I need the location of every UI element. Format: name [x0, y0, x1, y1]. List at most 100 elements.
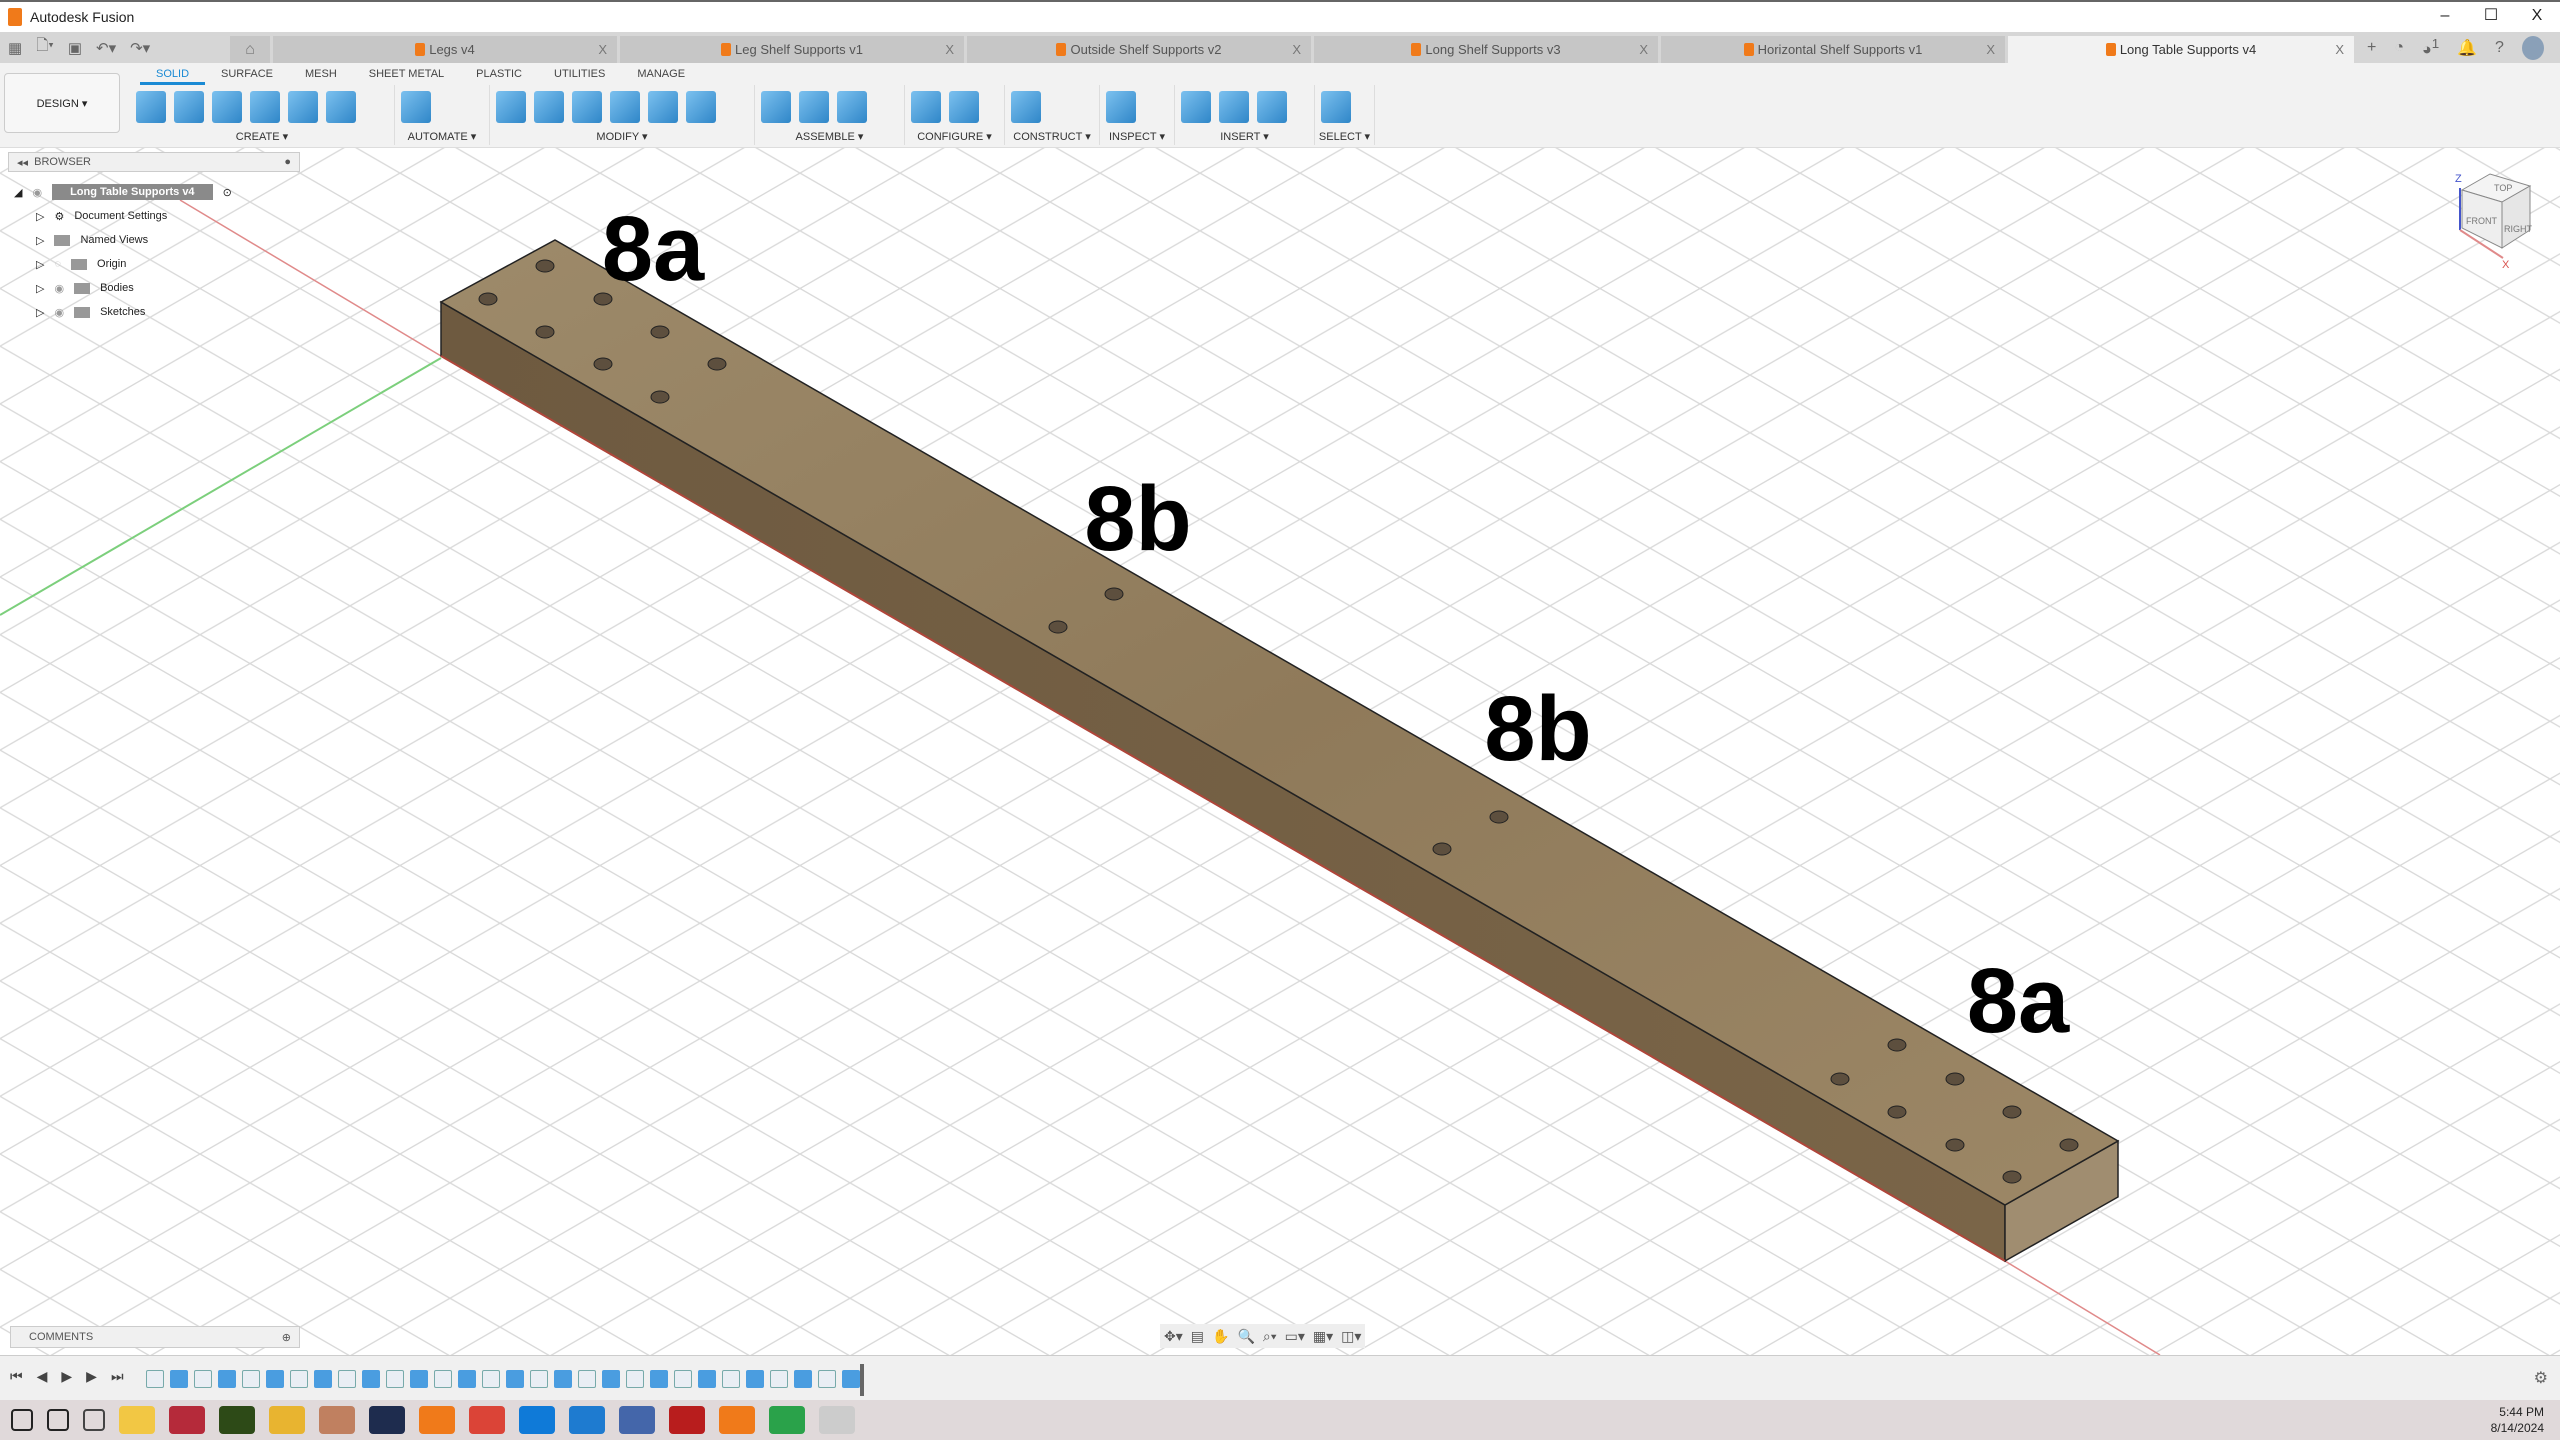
- timeline-end-icon[interactable]: ⏭: [111, 1368, 124, 1385]
- bolt-hole[interactable]: [1887, 1105, 1907, 1119]
- browser-panel-header[interactable]: ◂◂ BROWSER ●: [8, 152, 300, 172]
- tool-icon[interactable]: [610, 91, 640, 123]
- timeline-sketch-feature[interactable]: [434, 1370, 452, 1388]
- tool-icon[interactable]: [1257, 91, 1287, 123]
- tree-item-sketches[interactable]: ▷ ◉ Sketches: [14, 300, 232, 324]
- tab-close-icon[interactable]: X: [1986, 42, 1995, 57]
- tool-icon[interactable]: [686, 91, 716, 123]
- display-settings-icon[interactable]: ▭▾: [1285, 1328, 1305, 1345]
- new-tab-icon[interactable]: +: [2367, 39, 2376, 57]
- tool-icon[interactable]: [1321, 91, 1351, 123]
- bolt-hole[interactable]: [593, 357, 613, 371]
- zoom-icon[interactable]: 🔍: [1237, 1328, 1254, 1345]
- timeline-extrude-feature[interactable]: [410, 1370, 428, 1388]
- toolbar-group-label[interactable]: CONFIGURE ▾: [905, 130, 1004, 143]
- filezilla-icon[interactable]: [669, 1406, 705, 1434]
- toolbar-group-label[interactable]: MODIFY ▾: [490, 130, 754, 143]
- app-icon[interactable]: [269, 1406, 305, 1434]
- eye-icon[interactable]: ◉: [32, 186, 42, 199]
- tab-long-table-supports[interactable]: Long Table Supports v4 X: [2008, 36, 2354, 63]
- timeline-sketch-feature[interactable]: [242, 1370, 260, 1388]
- expand-icon[interactable]: ▷: [36, 258, 44, 271]
- bolt-hole[interactable]: [1830, 1072, 1850, 1086]
- bolt-hole[interactable]: [535, 259, 555, 273]
- firefox-icon[interactable]: [419, 1406, 455, 1434]
- workspace-switcher[interactable]: DESIGN ▾: [4, 73, 120, 133]
- edge-icon[interactable]: [519, 1406, 555, 1434]
- timeline-extrude-feature[interactable]: [458, 1370, 476, 1388]
- file-menu-icon[interactable]: 🗋▾: [36, 35, 54, 60]
- tool-icon[interactable]: [1106, 91, 1136, 123]
- bolt-hole[interactable]: [1489, 810, 1509, 824]
- tool-icon[interactable]: [401, 91, 431, 123]
- tab-outside-shelf-supports[interactable]: Outside Shelf Supports v2 X: [967, 36, 1311, 63]
- tab-legs[interactable]: Legs v4 X: [273, 36, 617, 63]
- tool-icon[interactable]: [212, 91, 242, 123]
- bolt-hole[interactable]: [1887, 1038, 1907, 1052]
- minimize-button[interactable]: –: [2422, 2, 2468, 30]
- timeline-extrude-feature[interactable]: [650, 1370, 668, 1388]
- tree-item-origin[interactable]: ▷ ◌ Origin: [14, 252, 232, 276]
- timeline-sketch-feature[interactable]: [674, 1370, 692, 1388]
- everything-search-icon[interactable]: [169, 1406, 205, 1434]
- undo-icon[interactable]: ↶▾: [96, 39, 116, 57]
- bolt-hole[interactable]: [535, 325, 555, 339]
- comments-panel[interactable]: COMMENTS ⊕: [10, 1326, 300, 1348]
- tab-close-icon[interactable]: X: [2335, 42, 2344, 57]
- tab-close-icon[interactable]: X: [598, 42, 607, 57]
- tool-icon[interactable]: [250, 91, 280, 123]
- timeline-extrude-feature[interactable]: [554, 1370, 572, 1388]
- look-at-icon[interactable]: ▤: [1191, 1328, 1204, 1345]
- browser-minimize-icon[interactable]: ●: [284, 156, 291, 168]
- toolbar-group-label[interactable]: ASSEMBLE ▾: [755, 130, 904, 143]
- toolbar-group-label[interactable]: CONSTRUCT ▾: [1005, 130, 1099, 143]
- close-button[interactable]: X: [2514, 2, 2560, 30]
- tab-mesh[interactable]: MESH: [289, 68, 353, 85]
- tab-close-icon[interactable]: X: [1292, 42, 1301, 57]
- start-icon[interactable]: [11, 1409, 33, 1431]
- job-status-icon[interactable]: ◕1: [2422, 36, 2439, 59]
- timeline-sketch-feature[interactable]: [722, 1370, 740, 1388]
- vscode-icon[interactable]: [569, 1406, 605, 1434]
- timeline-sketch-feature[interactable]: [290, 1370, 308, 1388]
- maximize-button[interactable]: ☐: [2468, 2, 2514, 30]
- fit-icon[interactable]: ⌕▾: [1263, 1328, 1277, 1345]
- model-canvas[interactable]: 8a 8b 8b 8a TOP FRONT RIGHT Z X: [0, 148, 2560, 1355]
- timeline-start-icon[interactable]: ⏮: [10, 1368, 23, 1385]
- tool-icon[interactable]: [949, 91, 979, 123]
- bolt-hole[interactable]: [2002, 1105, 2022, 1119]
- timeline-sketch-feature[interactable]: [770, 1370, 788, 1388]
- tool-icon[interactable]: [496, 91, 526, 123]
- tab-long-shelf-supports[interactable]: Long Shelf Supports v3 X: [1314, 36, 1658, 63]
- tab-sheet-metal[interactable]: SHEET METAL: [353, 68, 460, 85]
- tool-icon[interactable]: [572, 91, 602, 123]
- bolt-hole[interactable]: [1104, 587, 1124, 601]
- timeline-prev-icon[interactable]: ◀: [37, 1368, 48, 1385]
- timeline-sketch-feature[interactable]: [578, 1370, 596, 1388]
- tool-icon[interactable]: [174, 91, 204, 123]
- eye-hidden-icon[interactable]: ◌: [54, 258, 61, 270]
- notifications-bell-icon[interactable]: 🔔: [2457, 38, 2477, 58]
- add-comment-icon[interactable]: ⊕: [282, 1331, 291, 1344]
- timeline-extrude-feature[interactable]: [314, 1370, 332, 1388]
- bolt-hole[interactable]: [1945, 1138, 1965, 1152]
- toolbar-group-label[interactable]: CREATE ▾: [130, 130, 394, 143]
- timeline-extrude-feature[interactable]: [362, 1370, 380, 1388]
- bolt-hole[interactable]: [2002, 1170, 2022, 1184]
- timeline-sketch-feature[interactable]: [146, 1370, 164, 1388]
- timeline-sketch-feature[interactable]: [194, 1370, 212, 1388]
- help-icon[interactable]: ?: [2495, 39, 2504, 57]
- tab-surface[interactable]: SURFACE: [205, 68, 289, 85]
- tool-icon[interactable]: [1181, 91, 1211, 123]
- tab-utilities[interactable]: UTILITIES: [538, 68, 621, 85]
- timeline-extrude-feature[interactable]: [746, 1370, 764, 1388]
- collapse-triangle-icon[interactable]: ◢: [14, 186, 22, 199]
- timeline-next-icon[interactable]: ▶: [86, 1368, 97, 1385]
- timeline-extrude-feature[interactable]: [602, 1370, 620, 1388]
- tool-icon[interactable]: [1011, 91, 1041, 123]
- timeline-extrude-feature[interactable]: [266, 1370, 284, 1388]
- root-component-name[interactable]: Long Table Supports v4: [52, 184, 213, 200]
- viewcube-front[interactable]: FRONT: [2466, 216, 2497, 226]
- timeline-sketch-feature[interactable]: [386, 1370, 404, 1388]
- tab-close-icon[interactable]: X: [1639, 42, 1648, 57]
